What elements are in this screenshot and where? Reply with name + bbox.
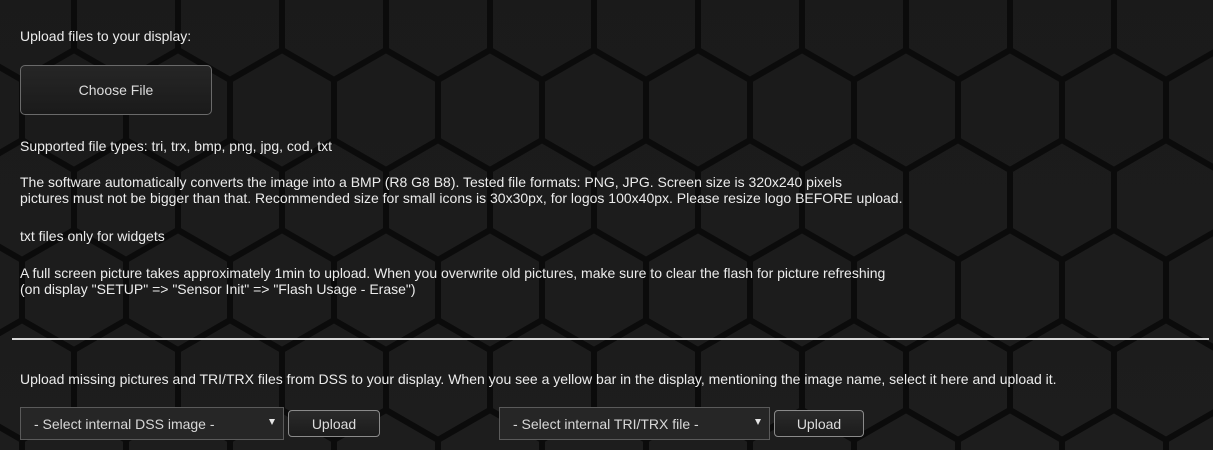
trx-file-upload-button[interactable]: Upload [774, 410, 864, 437]
dss-image-upload-button[interactable]: Upload [288, 410, 380, 437]
convert-info-line1: The software automatically converts the … [20, 174, 842, 190]
trx-file-select[interactable]: - Select internal TRI/TRX file - [499, 407, 770, 440]
txt-widget-note: txt files only for widgets [20, 228, 165, 244]
choose-file-button[interactable]: Choose File [20, 65, 212, 115]
section-divider [12, 338, 1209, 340]
fullscreen-info-line2: (on display "SETUP" => "Sensor Init" => … [20, 281, 416, 297]
dss-instructions: Upload missing pictures and TRI/TRX file… [20, 371, 1057, 387]
supported-types-text: Supported file types: tri, trx, bmp, png… [20, 138, 333, 154]
fullscreen-info-line1: A full screen picture takes approximatel… [20, 265, 886, 281]
dss-image-select-value: - Select internal DSS image - [34, 415, 215, 432]
chevron-down-icon [269, 419, 275, 425]
page-content: Upload files to your display: Choose Fil… [0, 0, 1213, 450]
chevron-down-icon [755, 419, 761, 425]
upload-heading: Upload files to your display: [20, 28, 192, 44]
dss-image-select[interactable]: - Select internal DSS image - [20, 407, 284, 440]
trx-file-select-value: - Select internal TRI/TRX file - [513, 415, 699, 432]
convert-info-line2: pictures must not be bigger than that. R… [20, 190, 903, 206]
